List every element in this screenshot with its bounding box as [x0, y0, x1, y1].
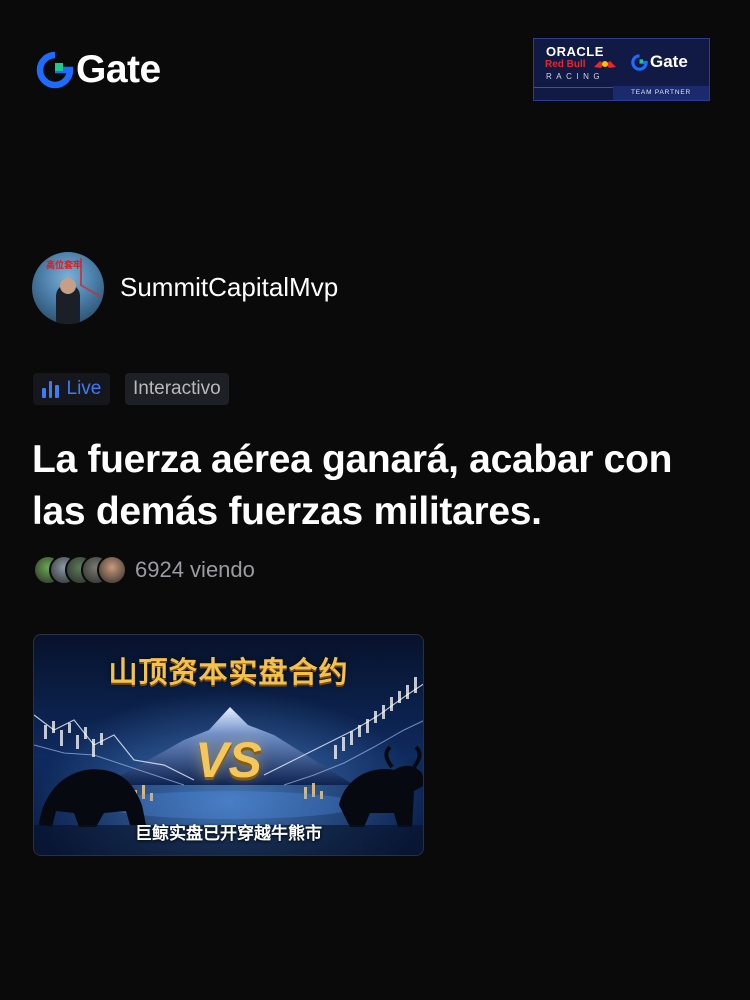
host-avatar[interactable]: 高位套牢 — [32, 252, 104, 324]
viewer-count: 6924 viendo — [135, 557, 255, 582]
post-title: La fuerza aérea ganará, acabar con las d… — [32, 438, 673, 533]
banner-vs-text: VS — [195, 732, 262, 788]
team-partner-badge: ORACLE Red Bull RACING Gate TEAM PARTNER — [533, 38, 710, 101]
live-bars-icon — [42, 380, 59, 398]
gate-logo-text: Gate — [76, 48, 161, 91]
live-tag: Live — [33, 373, 111, 405]
viewer-avatar — [97, 555, 127, 585]
redbull-wordmark: Red Bull — [545, 59, 586, 70]
gate-mini-icon — [631, 53, 648, 71]
avatar-caption: 高位套牢 — [46, 260, 83, 270]
host-username[interactable]: SummitCapitalMvp — [120, 272, 338, 303]
viewer-summary[interactable]: 6924 viendo — [33, 554, 255, 586]
gate-logo-icon — [36, 51, 74, 88]
banner-subtitle: 巨鲸实盘已开穿越牛熊市 — [135, 824, 322, 843]
gate-logo[interactable]: Gate — [36, 50, 161, 89]
badge-stripe — [534, 86, 616, 88]
category-tag: Interactivo — [125, 373, 229, 405]
live-room-page: Gate ORACLE Red Bull RACING Gate TEAM PA… — [0, 0, 750, 1000]
live-tag-label: Live — [66, 378, 102, 399]
bull-icon — [594, 61, 616, 68]
racing-wordmark: RACING — [546, 72, 605, 81]
live-cover-banner[interactable]: 山顶资本实盘合约 VS 巨鲸实盘已开穿越牛熊市 — [33, 634, 424, 856]
partner-gate-text: Gate — [650, 52, 688, 71]
avatar-figure-head — [60, 278, 76, 294]
banner-title: 山顶资本实盘合约 — [108, 657, 349, 689]
viewer-avatar-stack — [33, 555, 127, 585]
team-partner-caption: TEAM PARTNER — [613, 86, 709, 100]
avatar-chart-line — [80, 257, 102, 299]
partner-gate-logo: Gate — [631, 52, 688, 72]
